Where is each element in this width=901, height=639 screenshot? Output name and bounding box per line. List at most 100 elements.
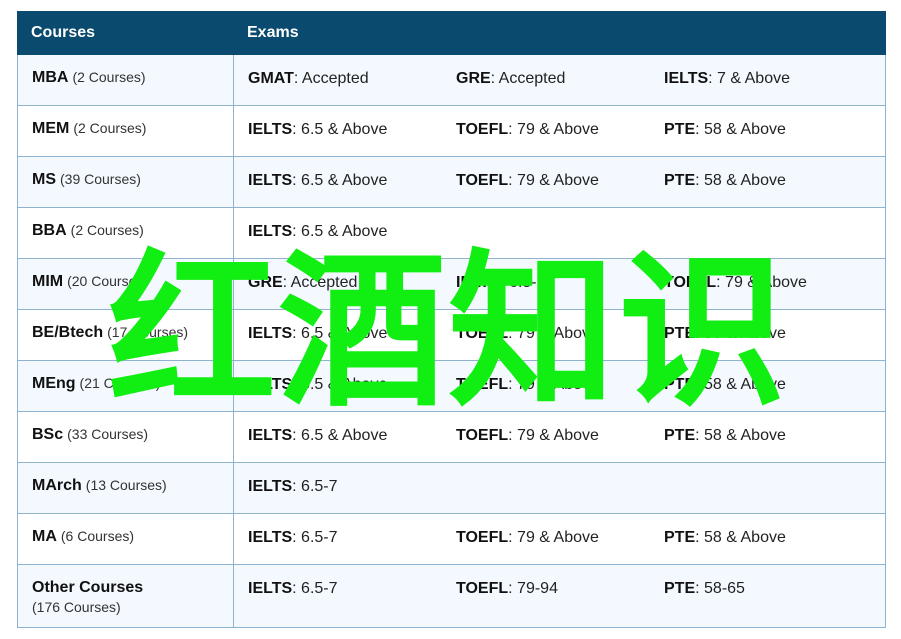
exam-requirements-list: IELTS: 6.5 & Above bbox=[248, 223, 885, 241]
course-count: (33 Courses) bbox=[67, 426, 149, 442]
exam-score: : 79 & Above bbox=[508, 172, 599, 189]
exam-requirement: TOEFL: 79 & Above bbox=[664, 274, 872, 292]
exam-requirements-list: IELTS: 6.5 & Above TOEFL: 79 & Above PTE: … bbox=[248, 121, 885, 139]
course-name-link[interactable]: MArch bbox=[32, 477, 82, 494]
course-cell: Other Courses (176 Courses) bbox=[17, 564, 234, 628]
course-count: (6 Courses) bbox=[60, 528, 135, 544]
course-name-link[interactable]: MEng bbox=[32, 375, 76, 392]
exam-score: : 58 & Above bbox=[695, 325, 786, 342]
exam-name: IELTS bbox=[248, 478, 293, 495]
exam-score: : 58 & Above bbox=[695, 376, 786, 393]
course-cell: MArch (13 Courses) bbox=[17, 462, 234, 514]
exam-score: : 6.5 & Above bbox=[292, 376, 388, 393]
table-row: BBA (2 Courses) IELTS: 6.5 & Above bbox=[17, 207, 886, 259]
exam-name: TOEFL bbox=[456, 427, 509, 444]
exam-score: : 58 & Above bbox=[695, 529, 786, 546]
exam-score: : 7 & Above bbox=[708, 70, 790, 87]
exams-cell: IELTS: 6.5 & Above TOEFL: 79 & Above PTE: … bbox=[233, 360, 886, 412]
table-row: MArch (13 Courses) IELTS: 6.5-7 bbox=[17, 462, 886, 514]
course-count: (39 Courses) bbox=[60, 171, 141, 187]
exam-name: PTE bbox=[664, 376, 696, 393]
exam-requirement: TOEFL: 79 & Above bbox=[456, 325, 664, 343]
exam-score: : 6.5-7 bbox=[292, 478, 338, 495]
course-cell: MIM (20 Courses) bbox=[17, 258, 234, 310]
exams-cell: IELTS: 6.5 & Above TOEFL: 79 & Above PTE: … bbox=[233, 411, 886, 463]
course-name-link[interactable]: Other Courses bbox=[32, 579, 143, 596]
exam-score: : 58 & Above bbox=[695, 427, 786, 444]
exam-name: IELTS bbox=[248, 223, 293, 240]
exam-name: GRE bbox=[456, 70, 491, 87]
course-cell: MBA (2 Courses) bbox=[17, 54, 234, 106]
exam-requirements-list: IELTS: 6.5 & Above TOEFL: 79 & Above PTE: … bbox=[248, 325, 885, 343]
exam-score: : 58-65 bbox=[695, 580, 745, 597]
course-count: (176 Courses) bbox=[32, 599, 121, 615]
course-name-link[interactable]: BSc bbox=[32, 426, 63, 443]
course-count: (20 Courses) bbox=[67, 273, 149, 289]
course-cell: BE/Btech (17 Courses) bbox=[17, 309, 234, 361]
exams-cell: IELTS: 6.5 & Above TOEFL: 79 & Above PTE: … bbox=[233, 309, 886, 361]
course-name-link[interactable]: MS bbox=[32, 171, 56, 188]
table-row: Other Courses (176 Courses) IELTS: 6.5-7 TO… bbox=[17, 564, 886, 628]
exam-score: : 6.5-7 bbox=[292, 529, 338, 546]
course-count: (2 Courses) bbox=[72, 69, 146, 85]
exam-name: PTE bbox=[664, 580, 696, 597]
exam-requirement: IELTS: 6.5 & Above bbox=[248, 427, 456, 445]
exam-requirement: TOEFL: 79 & Above bbox=[456, 529, 664, 547]
exam-name: IELTS bbox=[248, 172, 293, 189]
table-body: MBA (2 Courses) GMAT: Accepted GRE: Accepte… bbox=[17, 54, 886, 628]
exam-score: : 6.5-7 bbox=[500, 274, 546, 291]
exam-score: : 79 & Above bbox=[508, 376, 599, 393]
exam-requirement: PTE: 58 & Above bbox=[664, 529, 872, 547]
exam-requirement: TOEFL: 79 & Above bbox=[456, 172, 664, 190]
exam-name: IELTS bbox=[248, 529, 293, 546]
course-count: (21 Courses) bbox=[79, 375, 161, 391]
exam-requirement: TOEFL: 79 & Above bbox=[456, 376, 664, 394]
exam-requirement: IELTS: 6.5-7 bbox=[248, 529, 456, 547]
table-header-row: Courses Exams bbox=[17, 11, 886, 55]
course-exam-table-container: Courses Exams MBA (2 Courses) GMAT: Accept… bbox=[17, 11, 886, 628]
exam-requirements-list: IELTS: 6.5 & Above TOEFL: 79 & Above PTE: … bbox=[248, 427, 885, 445]
exams-cell: IELTS: 6.5 & Above TOEFL: 79 & Above PTE: … bbox=[233, 105, 886, 157]
exam-name: IELTS bbox=[248, 376, 293, 393]
exam-requirement: GRE: Accepted bbox=[456, 70, 664, 88]
course-name-link[interactable]: BE/Btech bbox=[32, 324, 103, 341]
exam-score: : 6.5 & Above bbox=[292, 172, 388, 189]
course-cell: MA (6 Courses) bbox=[17, 513, 234, 565]
table-row: MA (6 Courses) IELTS: 6.5-7 TOEFL: 79 & Abo… bbox=[17, 513, 886, 565]
exam-requirements-list: IELTS: 6.5-7 bbox=[248, 478, 885, 496]
exams-cell: GMAT: Accepted GRE: Accepted IELTS: 7 & Ab… bbox=[233, 54, 886, 106]
exam-requirement: GMAT: Accepted bbox=[248, 70, 456, 88]
table-row: MEM (2 Courses) IELTS: 6.5 & Above TOEFL: 7… bbox=[17, 105, 886, 157]
exam-requirement: IELTS: 6.5-7 bbox=[456, 274, 664, 292]
exam-name: TOEFL bbox=[456, 325, 509, 342]
exam-requirements-list: IELTS: 6.5 & Above TOEFL: 79 & Above PTE: … bbox=[248, 172, 885, 190]
course-cell: BBA (2 Courses) bbox=[17, 207, 234, 259]
exam-score: : 58 & Above bbox=[695, 172, 786, 189]
exam-requirement: PTE: 58 & Above bbox=[664, 172, 872, 190]
table-row: BE/Btech (17 Courses) IELTS: 6.5 & Above TO… bbox=[17, 309, 886, 361]
exam-score: : 6.5 & Above bbox=[292, 121, 388, 138]
course-name-link[interactable]: MBA bbox=[32, 69, 68, 86]
exam-name: IELTS bbox=[248, 325, 293, 342]
exam-score: : 58 & Above bbox=[695, 121, 786, 138]
course-count: (13 Courses) bbox=[85, 477, 167, 493]
course-exam-table: Courses Exams MBA (2 Courses) GMAT: Accept… bbox=[17, 11, 886, 628]
course-cell: BSc (33 Courses) bbox=[17, 411, 234, 463]
table-row: BSc (33 Courses) IELTS: 6.5 & Above TOEFL: … bbox=[17, 411, 886, 463]
course-name-link[interactable]: BBA bbox=[32, 222, 67, 239]
exams-cell: IELTS: 6.5 & Above bbox=[233, 207, 886, 259]
exam-name: PTE bbox=[664, 121, 696, 138]
exam-name: TOEFL bbox=[456, 529, 509, 546]
exam-score: : Accepted bbox=[282, 274, 358, 291]
exam-requirement: PTE: 58 & Above bbox=[664, 427, 872, 445]
exam-name: TOEFL bbox=[456, 172, 509, 189]
exam-score: : Accepted bbox=[293, 70, 369, 87]
course-name-link[interactable]: MIM bbox=[32, 273, 63, 290]
course-name-link[interactable]: MA bbox=[32, 528, 57, 545]
exam-requirements-list: IELTS: 6.5-7 TOEFL: 79 & Above PTE: 58 & A… bbox=[248, 529, 885, 547]
course-count: (2 Courses) bbox=[70, 222, 144, 238]
exam-name: PTE bbox=[664, 172, 696, 189]
course-name-link[interactable]: MEM bbox=[32, 120, 69, 137]
exam-name: GMAT bbox=[248, 70, 294, 87]
exam-requirement: PTE: 58 & Above bbox=[664, 325, 872, 343]
